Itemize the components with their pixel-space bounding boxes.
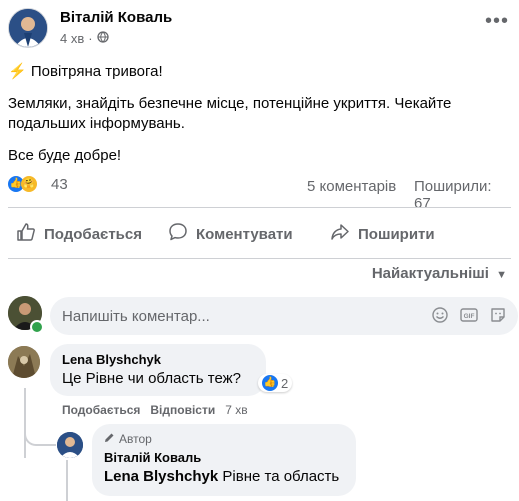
comment-reaction-count: 2: [281, 375, 289, 391]
comments-count[interactable]: 5 коментарів: [307, 178, 396, 195]
post-author[interactable]: Віталій Коваль: [60, 9, 172, 26]
comment-reactions[interactable]: 👍 2: [258, 374, 293, 392]
separator-dot: ·: [88, 31, 93, 46]
reply-connector: [24, 420, 56, 446]
reply-text: Lena Blyshchyk Рівне та область: [104, 468, 344, 485]
share-button[interactable]: Поширити: [330, 220, 435, 248]
reply-mention[interactable]: Lena Blyshchyk: [104, 468, 218, 485]
like-label: Подобається: [44, 225, 142, 243]
reply-author[interactable]: Віталій Коваль: [104, 450, 344, 465]
comment-actions: Подобається Відповісти 7 хв: [62, 403, 248, 417]
author-badge-label: Автор: [119, 432, 152, 446]
like-button[interactable]: Подобається: [16, 220, 142, 248]
post-time[interactable]: 4 хв: [60, 31, 84, 46]
post-line-2: Земляки, знайдіть безпечне місце, потенц…: [8, 95, 452, 112]
comment-author[interactable]: Lena Blyshchyk: [62, 352, 254, 367]
comment-bubble: Lena Blyshchyk Це Рівне чи область теж?: [50, 344, 266, 396]
more-options-icon[interactable]: •••: [485, 10, 509, 33]
reactions-summary[interactable]: 👍 🤗 43: [8, 176, 68, 193]
care-reaction-icon: 🤗: [21, 176, 37, 192]
composer-tools: GIF: [432, 307, 506, 328]
like-reaction-icon: 👍: [262, 375, 278, 391]
sticker-icon[interactable]: [490, 307, 506, 328]
globe-icon: [96, 31, 109, 46]
divider: [8, 258, 511, 259]
reply-author-avatar[interactable]: [57, 432, 83, 458]
post-line-1: ⚡ Повітряна тривога!: [8, 62, 508, 82]
post-meta: 4 хв ·: [60, 31, 109, 46]
comment-label: Коментувати: [196, 225, 293, 243]
gif-icon[interactable]: GIF: [460, 307, 478, 328]
comment-icon: [168, 222, 188, 246]
post-text-alert: Повітряна тривога!: [30, 63, 163, 80]
lightning-icon: ⚡: [8, 63, 27, 80]
comment-button[interactable]: Коментувати: [168, 220, 293, 248]
post-stats: 👍 🤗 43 5 коментарів Поширили: 67: [8, 174, 511, 212]
author-avatar[interactable]: [8, 8, 48, 48]
reactions-count: 43: [51, 176, 68, 193]
comment-sort-dropdown[interactable]: Найактуальніші ▼: [372, 265, 507, 282]
reply-bubble: Автор Віталій Коваль Lena Blyshchyk Рівн…: [92, 424, 356, 496]
comment-time[interactable]: 7 хв: [225, 403, 247, 417]
commenter-avatar[interactable]: [8, 346, 40, 378]
post-line-4: Все буде добре!: [8, 147, 122, 164]
sort-label: Найактуальніші: [371, 265, 489, 282]
comment-like-link[interactable]: Подобається: [62, 403, 140, 417]
share-label: Поширити: [358, 225, 435, 243]
divider: [8, 207, 511, 208]
caret-down-icon: ▼: [496, 269, 507, 281]
thread-line: [66, 460, 68, 501]
pencil-icon: [104, 432, 115, 446]
comment-reply-link[interactable]: Відповісти: [150, 403, 215, 417]
reply-body: Рівне та область: [222, 468, 340, 485]
thumbs-up-icon: [16, 222, 36, 246]
online-status-dot: [30, 320, 44, 334]
comment-text: Це Рівне чи область теж?: [62, 370, 242, 387]
post-line-3: подальших інформувань.: [8, 115, 185, 132]
emoji-icon[interactable]: [432, 307, 448, 328]
share-icon: [330, 222, 350, 246]
author-badge: Автор: [104, 432, 344, 446]
svg-text:GIF: GIF: [464, 313, 475, 320]
